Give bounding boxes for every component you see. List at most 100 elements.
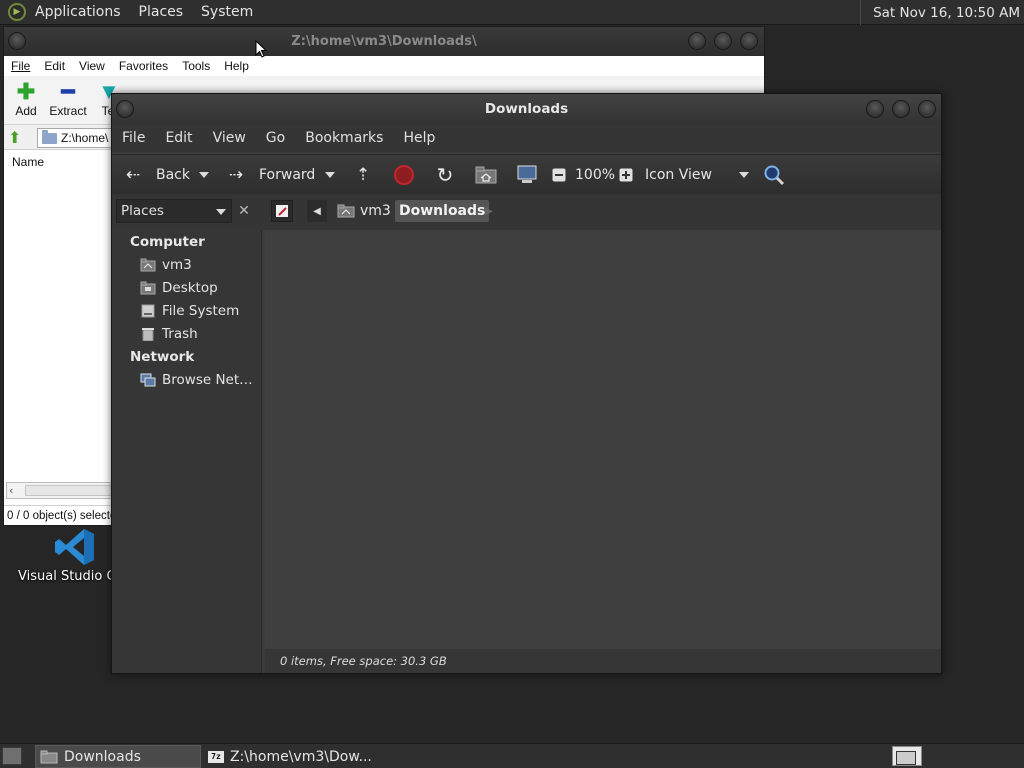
up-arrow-icon[interactable]: ⬆ bbox=[8, 129, 26, 146]
scroll-thumb[interactable] bbox=[25, 485, 125, 496]
archiver-menu-tools[interactable]: Tools bbox=[175, 59, 217, 73]
maximize-button[interactable] bbox=[714, 32, 732, 50]
zoom-out-button[interactable] bbox=[552, 155, 566, 195]
archiver-menubar: File Edit View Favorites Tools Help bbox=[4, 56, 764, 76]
view-mode-select[interactable]: Icon View bbox=[645, 155, 749, 195]
task-downloads[interactable]: Downloads bbox=[35, 745, 201, 768]
maximize-button[interactable] bbox=[892, 100, 910, 118]
distro-logo-icon[interactable]: ▶ bbox=[8, 3, 26, 21]
breadcrumb-downloads[interactable]: Downloads bbox=[395, 200, 490, 222]
back-history-dropdown[interactable] bbox=[199, 155, 209, 195]
stop-icon bbox=[394, 165, 414, 185]
sidebar-item-label: File System bbox=[162, 303, 240, 319]
workspace-switcher[interactable] bbox=[892, 746, 922, 766]
add-button[interactable]: ✚ Add bbox=[13, 80, 39, 119]
breadcrumb-vm3[interactable]: vm3 bbox=[333, 200, 395, 222]
close-sidebar-icon[interactable]: ✕ bbox=[234, 199, 254, 223]
minus-icon: ━ bbox=[61, 79, 75, 104]
chevron-down-icon bbox=[216, 209, 226, 215]
back-arrow-icon: ⇠ bbox=[125, 165, 141, 185]
archiver-titlebar[interactable]: Z:\home\vm3\Downloads\ bbox=[4, 27, 764, 56]
window-menu-button[interactable] bbox=[8, 32, 26, 50]
sidebar-item-file-system[interactable]: File System bbox=[140, 301, 239, 321]
sidebar-heading-network: Network bbox=[130, 349, 195, 365]
vscode-icon bbox=[55, 529, 94, 565]
sidebar-mode-select[interactable]: Places bbox=[116, 199, 232, 223]
chevron-down-icon bbox=[199, 172, 209, 178]
archiver-menu-favorites[interactable]: Favorites bbox=[112, 59, 175, 73]
fm-title: Downloads bbox=[484, 101, 569, 117]
fm-location-bar: Places ✕ ◀ vm3 Downloads ▶ bbox=[112, 194, 941, 230]
archiver-menu-help[interactable]: Help bbox=[217, 59, 256, 73]
7zip-icon: 7z bbox=[208, 750, 224, 763]
column-header-name[interactable]: Name bbox=[4, 152, 124, 172]
sidebar-item-vm3[interactable]: vm3 bbox=[140, 255, 192, 275]
file-view-area[interactable] bbox=[265, 230, 941, 649]
places-sidebar: Computer vm3 Desktop File System Trash N… bbox=[112, 230, 262, 673]
forward-button[interactable]: ⇢ Forward bbox=[225, 155, 315, 195]
close-button[interactable] bbox=[918, 100, 936, 118]
search-button[interactable] bbox=[763, 155, 785, 195]
window-menu-button[interactable] bbox=[116, 100, 134, 118]
archiver-menu-edit[interactable]: Edit bbox=[37, 59, 72, 73]
sidebar-item-label: Desktop bbox=[162, 280, 218, 296]
back-button[interactable]: ⇠ Back bbox=[122, 155, 190, 195]
up-arrow-icon: ⇡ bbox=[355, 165, 371, 185]
file-manager-window: Downloads File Edit View Go Bookmarks He… bbox=[111, 93, 942, 674]
pencil-icon bbox=[276, 205, 288, 217]
sidebar-item-browse-network[interactable]: Browse Net… bbox=[140, 370, 253, 390]
task-archiver[interactable]: 7z Z:\home\vm3\Dow... bbox=[204, 745, 384, 768]
drive-icon bbox=[141, 304, 155, 318]
stop-button[interactable] bbox=[393, 155, 415, 195]
mouse-pointer-icon bbox=[255, 40, 267, 58]
archiver-menu-file[interactable]: File bbox=[4, 59, 37, 73]
clock[interactable]: Sat Nov 16, 10:50 AM bbox=[860, 0, 1024, 25]
fm-menu-help[interactable]: Help bbox=[393, 130, 445, 146]
forward-history-dropdown[interactable] bbox=[325, 155, 335, 195]
menu-places[interactable]: Places bbox=[130, 4, 193, 20]
fm-menu-view[interactable]: View bbox=[203, 130, 256, 146]
desktop-folder-icon bbox=[140, 281, 156, 295]
up-button[interactable]: ⇡ bbox=[352, 155, 374, 195]
sidebar-mode-label: Places bbox=[121, 203, 164, 219]
menu-applications[interactable]: Applications bbox=[26, 4, 130, 20]
task-label: Downloads bbox=[64, 748, 141, 765]
reload-button[interactable]: ↻ bbox=[434, 155, 456, 195]
fm-titlebar[interactable]: Downloads bbox=[112, 94, 941, 124]
breadcrumb-scroll-right[interactable]: ▶ bbox=[482, 200, 496, 222]
menu-system[interactable]: System bbox=[192, 4, 262, 20]
computer-icon bbox=[517, 165, 537, 183]
fm-menu-go[interactable]: Go bbox=[256, 130, 295, 146]
extract-button[interactable]: ━ Extract bbox=[48, 79, 88, 119]
forward-arrow-icon: ⇢ bbox=[228, 165, 244, 185]
edit-location-button[interactable] bbox=[271, 200, 293, 222]
fm-toolbar: ⇠ Back ⇢ Forward ⇡ ↻ 100% Icon View bbox=[112, 154, 941, 194]
network-icon bbox=[140, 373, 156, 387]
scroll-left-icon[interactable]: ‹ bbox=[9, 483, 13, 498]
archiver-title: Z:\home\vm3\Downloads\ bbox=[291, 34, 477, 49]
close-button[interactable] bbox=[740, 32, 758, 50]
taskbar: Downloads 7z Z:\home\vm3\Dow... bbox=[0, 743, 1024, 768]
sidebar-item-label: vm3 bbox=[162, 257, 192, 273]
breadcrumb-label: vm3 bbox=[360, 203, 391, 219]
sidebar-item-trash[interactable]: Trash bbox=[140, 324, 198, 344]
fm-menu-bookmarks[interactable]: Bookmarks bbox=[295, 130, 393, 146]
horizontal-scrollbar[interactable]: ‹ bbox=[6, 482, 126, 499]
computer-button[interactable] bbox=[516, 155, 538, 195]
minimize-button[interactable] bbox=[688, 32, 706, 50]
zoom-out-icon bbox=[552, 168, 566, 182]
fm-menu-edit[interactable]: Edit bbox=[155, 130, 202, 146]
sidebar-item-label: Browse Net… bbox=[162, 372, 253, 388]
sidebar-item-desktop[interactable]: Desktop bbox=[140, 278, 218, 298]
fm-menu-file[interactable]: File bbox=[112, 130, 155, 146]
home-folder-icon bbox=[140, 258, 156, 272]
home-button[interactable] bbox=[475, 155, 497, 195]
archiver-menu-view[interactable]: View bbox=[72, 59, 112, 73]
panel-menu: Applications Places System bbox=[26, 0, 262, 24]
breadcrumb-scroll-left[interactable]: ◀ bbox=[307, 200, 327, 222]
search-icon bbox=[764, 165, 785, 186]
zoom-in-button[interactable] bbox=[619, 155, 633, 195]
show-desktop-icon[interactable] bbox=[2, 747, 22, 765]
top-panel: ▶ Applications Places System Sat Nov 16,… bbox=[0, 0, 1024, 25]
minimize-button[interactable] bbox=[866, 100, 884, 118]
